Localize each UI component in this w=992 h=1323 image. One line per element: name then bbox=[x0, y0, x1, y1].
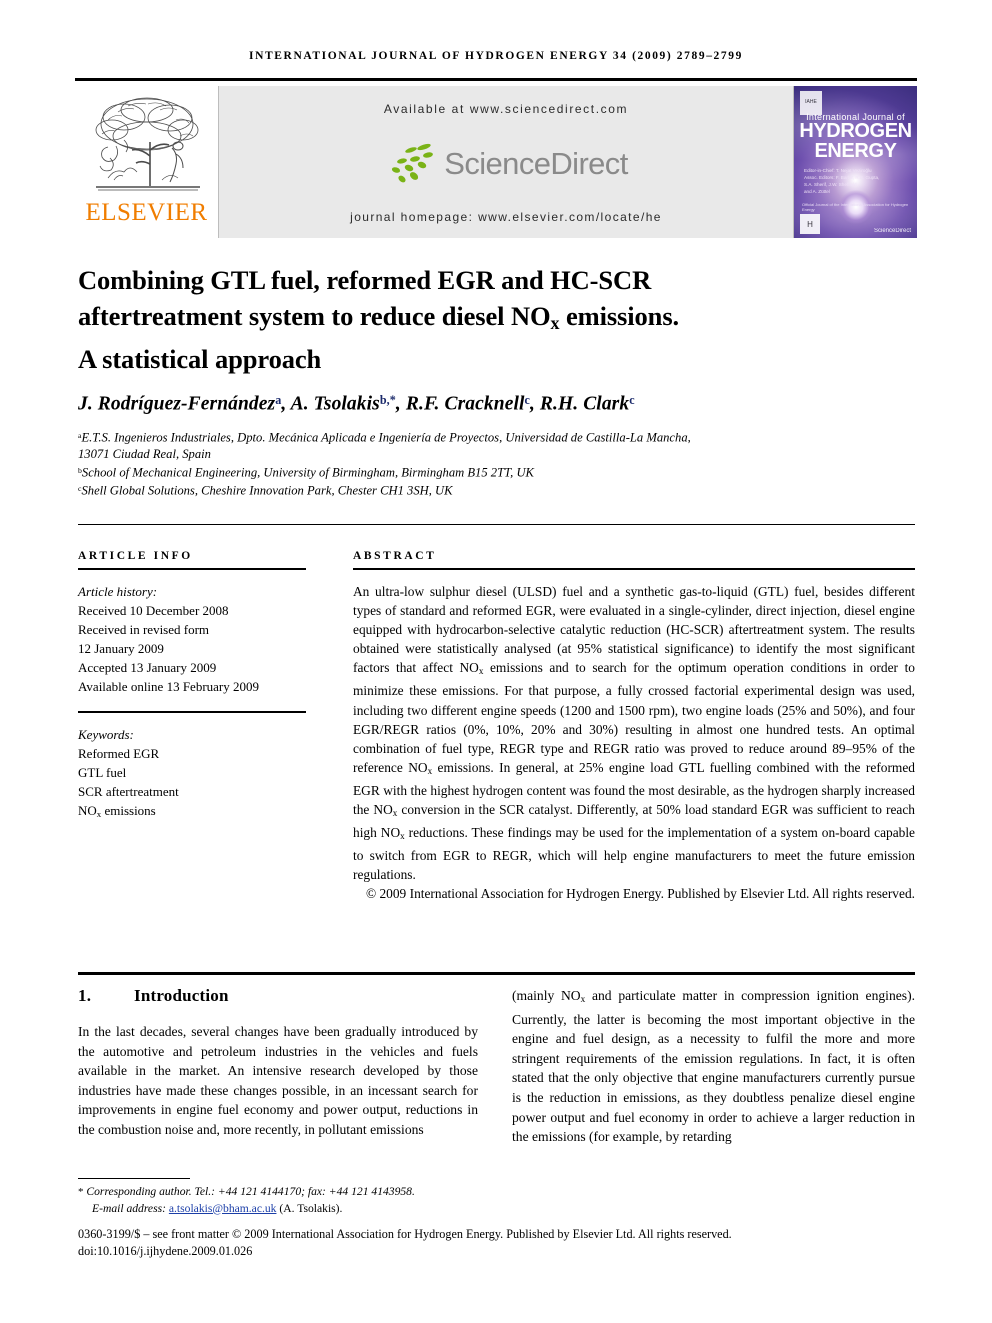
keyword-nox-prefix: NO bbox=[78, 803, 97, 818]
section-heading: 1. Introduction bbox=[78, 986, 229, 1006]
sciencedirect-wordmark: ScienceDirect bbox=[444, 145, 628, 181]
journal-cover-image: IAHE International Journal of HYDROGEN E… bbox=[793, 86, 917, 238]
author-4-affil-mark: c bbox=[629, 393, 635, 407]
affiliation-item: cShell Global Solutions, Cheshire Innova… bbox=[78, 481, 908, 499]
sciencedirect-leaf-icon bbox=[392, 143, 434, 183]
article-info-column: ARTICLE INFO Article history: Received 1… bbox=[78, 550, 306, 824]
keyword-item-nox: NOx emissions bbox=[78, 801, 306, 824]
affiliation-item: 13071 Ciudad Real, Spain bbox=[78, 446, 908, 463]
title-line-1: Combining GTL fuel, reformed EGR and HC-… bbox=[78, 265, 652, 295]
doi-text: doi:10.1016/j.ijhydene.2009.01.026 bbox=[78, 1244, 253, 1258]
affiliation-text: 13071 Ciudad Real, Spain bbox=[78, 447, 211, 462]
front-matter-block: 0360-3199/$ – see front matter © 2009 In… bbox=[78, 1226, 918, 1260]
cover-badge-text: IAHE bbox=[805, 99, 817, 106]
author-4: , R.H. Clark bbox=[529, 393, 630, 415]
elsevier-tree-icon bbox=[95, 97, 200, 191]
author-2: , A. Tsolakis bbox=[281, 393, 380, 415]
cover-issn-note: Official Journal of the International As… bbox=[802, 202, 909, 212]
affiliation-text: Shell Global Solutions, Cheshire Innovat… bbox=[81, 483, 453, 498]
email-suffix: (A. Tsolakis). bbox=[279, 1201, 343, 1215]
keyword-item: GTL fuel bbox=[78, 765, 127, 780]
keywords-label: Keywords: bbox=[78, 727, 134, 742]
article-history-item: Accepted 13 January 2009 bbox=[78, 660, 217, 675]
body-top-rule bbox=[78, 972, 915, 975]
keywords-divider bbox=[78, 711, 306, 713]
abstract-part-2: emissions and to search for the optimum … bbox=[353, 660, 915, 775]
running-head: INTERNATIONAL JOURNAL OF HYDROGEN ENERGY… bbox=[249, 50, 743, 62]
email-link[interactable]: a.tsolakis@bham.ac.uk bbox=[169, 1202, 277, 1215]
info-section-top-rule bbox=[78, 524, 915, 525]
article-history-item: Available online 13 February 2009 bbox=[78, 679, 259, 694]
corresponding-author-note: * Corresponding author. Tel.: +44 121 41… bbox=[78, 1184, 698, 1201]
body-column-left: In the last decades, several changes hav… bbox=[78, 1024, 478, 1137]
section-name: Introduction bbox=[134, 986, 229, 1005]
elsevier-wordmark: ELSEVIER bbox=[85, 199, 208, 226]
abstract-part-5: reductions. These findings may be used f… bbox=[353, 825, 916, 883]
journal-homepage-text: journal homepage: www.elsevier.com/locat… bbox=[350, 210, 662, 224]
footnote-rule bbox=[78, 1178, 190, 1179]
journal-article-page: INTERNATIONAL JOURNAL OF HYDROGEN ENERGY… bbox=[0, 0, 992, 1323]
running-head-rule bbox=[75, 78, 917, 81]
affiliation-text: School of Mechanical Engineering, Univer… bbox=[81, 465, 534, 480]
title-line-2: aftertreatment system to reduce diesel N… bbox=[78, 298, 718, 341]
cover-title-energy: ENERGY bbox=[814, 139, 897, 162]
affiliation-item: bSchool of Mechanical Engineering, Unive… bbox=[78, 463, 908, 481]
sciencedirect-logo: ScienceDirect bbox=[384, 141, 628, 185]
affiliation-item: aE.T.S. Ingenieros Industriales, Dpto. M… bbox=[78, 428, 908, 446]
email-line: E-mail address: a.tsolakis@bham.ac.uk (A… bbox=[78, 1201, 698, 1218]
keywords-block: Keywords: Reformed EGR GTL fuel SCR afte… bbox=[78, 725, 306, 824]
body-column-right: (mainly NOx and particulate matter in co… bbox=[512, 986, 915, 1147]
affiliations: aE.T.S. Ingenieros Industriales, Dpto. M… bbox=[78, 428, 908, 499]
cover-iahe-logo: H bbox=[800, 214, 820, 234]
cover-sciencedirect-mark: ScienceDirect bbox=[873, 228, 911, 234]
article-info-rule bbox=[78, 568, 306, 570]
article-history-item: Received in revised form bbox=[78, 622, 210, 637]
article-history-label: Article history: bbox=[78, 584, 158, 599]
abstract-column: ABSTRACT An ultra-low sulphur diesel (UL… bbox=[353, 550, 915, 904]
footnote-block: * Corresponding author. Tel.: +44 121 41… bbox=[78, 1184, 698, 1217]
article-info-heading: ARTICLE INFO bbox=[78, 550, 193, 562]
author-3: , R.F. Cracknell bbox=[395, 393, 525, 415]
title-line-3: A statistical approach bbox=[78, 343, 322, 374]
keyword-nox-suffix: emissions bbox=[101, 803, 156, 818]
author-1: J. Rodríguez-Fernández bbox=[78, 393, 276, 415]
keyword-item: SCR aftertreatment bbox=[78, 784, 179, 799]
page-title: Combining GTL fuel, reformed EGR and HC-… bbox=[78, 262, 718, 377]
corresponding-author-text: Corresponding author. Tel.: +44 121 4144… bbox=[86, 1185, 415, 1198]
author-2-affil-mark: b,* bbox=[379, 393, 396, 407]
cover-footer: H ScienceDirect bbox=[800, 214, 911, 234]
available-at-text: Available at www.sciencedirect.com bbox=[383, 102, 629, 116]
title-line-2b: emissions. bbox=[559, 301, 680, 331]
masthead: ELSEVIER Available at www.sciencedirect.… bbox=[75, 86, 917, 238]
elsevier-logo-box: ELSEVIER bbox=[75, 86, 219, 238]
article-history-item: Received 10 December 2008 bbox=[78, 603, 229, 618]
title-line-2a: aftertreatment system to reduce diesel N… bbox=[78, 301, 551, 331]
email-label: E-mail address: bbox=[92, 1201, 166, 1215]
body-right-part-2: and particulate matter in compression ig… bbox=[512, 988, 915, 1145]
article-history-block: Article history: Received 10 December 20… bbox=[78, 582, 306, 696]
cover-title-large: HYDROGEN ENERGY bbox=[794, 121, 917, 162]
section-number: 1. bbox=[78, 986, 92, 1005]
abstract-heading: ABSTRACT bbox=[353, 550, 437, 562]
sciencedirect-banner: Available at www.sciencedirect.com Scien… bbox=[219, 86, 793, 238]
body-right-part-1: (mainly NO bbox=[512, 988, 581, 1003]
abstract-copyright: © 2009 International Association for Hyd… bbox=[365, 886, 915, 902]
author-list: J. Rodríguez-Fernándeza, A. Tsolakisb,*,… bbox=[78, 393, 908, 416]
abstract-text: An ultra-low sulphur diesel (ULSD) fuel … bbox=[353, 582, 915, 884]
front-matter-text: 0360-3199/$ – see front matter © 2009 In… bbox=[78, 1227, 732, 1241]
keyword-item: Reformed EGR bbox=[78, 746, 160, 761]
affiliation-text: E.T.S. Ingenieros Industriales, Dpto. Me… bbox=[81, 430, 691, 445]
article-history-item: 12 January 2009 bbox=[78, 641, 164, 656]
abstract-rule bbox=[353, 568, 915, 570]
footnote-star: * bbox=[78, 1186, 84, 1198]
